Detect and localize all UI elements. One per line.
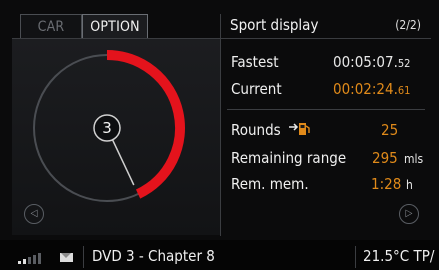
stats-separator [227,109,425,110]
rem-mem-label: Rem. mem. [231,175,309,193]
rounds-label: Rounds [231,121,281,139]
current-time-main: 00:02:24. [333,80,398,98]
current-label: Current [231,80,282,98]
lap-number: 3 [102,119,112,137]
lap-gauge: 3 [33,50,185,202]
page-title: Sport display [230,16,319,34]
tab-bar: CAR OPTION [12,14,220,39]
remaining-range-label: Remaining range [231,149,347,167]
fuel-pump-icon [289,123,310,135]
rounds-value: 25 [381,121,399,139]
fastest-label: Fastest [231,53,279,71]
fastest-time: 00:05:07.52 [333,53,410,71]
tab-option[interactable]: OPTION [82,14,148,38]
display-header: Sport display (2/2) [221,14,431,39]
previous-button[interactable]: ◁ [24,204,44,224]
signal-strength-icon [18,252,46,264]
stats-panel: Fastest 00:05:07.52 Current 00:02:24.61 … [221,39,431,235]
media-info[interactable]: DVD 3 - Chapter 8 [92,247,215,265]
page-indicator: (2/2) [395,18,421,32]
lap-gauge-panel: 3 ◁ [12,39,220,235]
fastest-time-frac: 52 [397,57,411,70]
temperature: 21.5°C TP/ [363,247,435,265]
tab-car[interactable]: CAR [20,14,82,38]
current-time: 00:02:24.61 [333,80,410,98]
remaining-range-value: 295 [372,149,398,167]
status-separator [355,246,356,268]
status-separator [83,246,84,268]
fastest-time-main: 00:05:07. [333,53,398,71]
next-button[interactable]: ▷ [399,204,419,224]
rem-mem-value: 1:28 [371,175,402,193]
remaining-range-unit: mls [404,152,424,166]
status-bar: DVD 3 - Chapter 8 21.5°C TP/ [0,240,439,270]
sport-display-screen: CAR OPTION 3 ◁ Sport display (2/2) Faste… [0,0,439,270]
rem-mem-unit: h [406,178,413,192]
message-icon [60,253,73,262]
current-time-frac: 61 [397,84,411,97]
